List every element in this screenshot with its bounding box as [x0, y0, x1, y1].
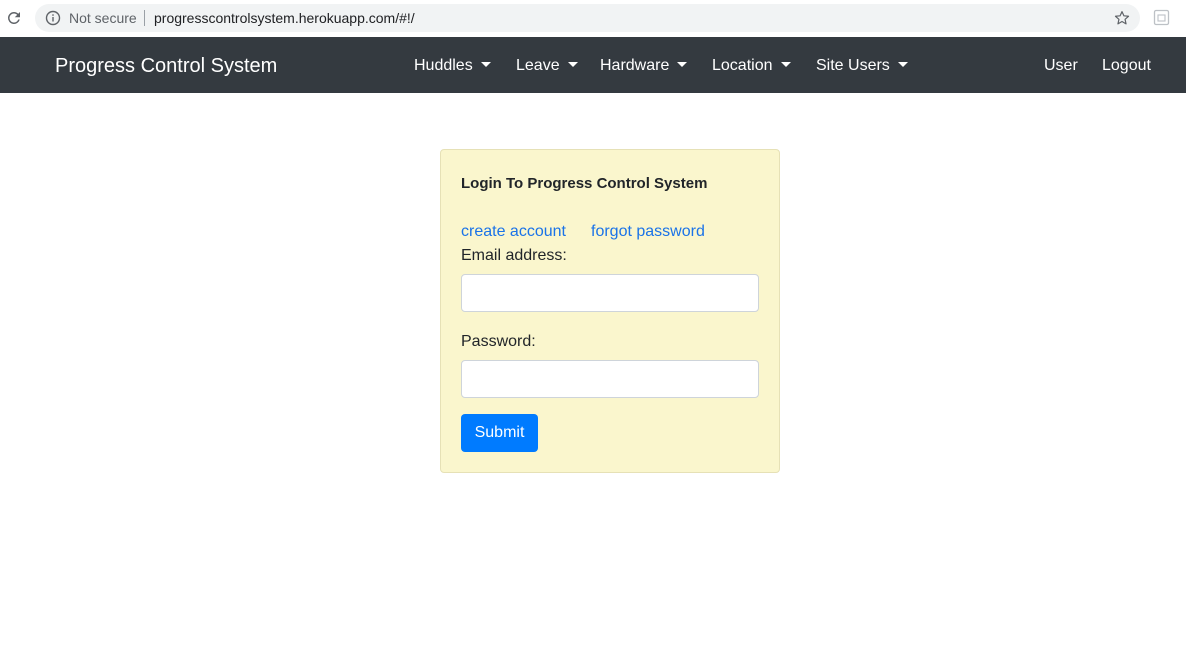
nav-logout-link[interactable]: Logout [1102, 56, 1151, 76]
address-separator [144, 10, 145, 26]
nav-menu-label: Hardware [600, 57, 670, 74]
caret-down-icon [677, 62, 688, 67]
reload-icon[interactable] [5, 9, 23, 27]
extension-icon[interactable] [1153, 9, 1170, 26]
nav-menu-huddles[interactable]: Huddles [414, 56, 491, 76]
nav-user-link[interactable]: User [1044, 56, 1078, 76]
browser-toolbar: Not secure progresscontrolsystem.herokua… [0, 0, 1186, 37]
forgot-password-link[interactable]: forgot password [591, 222, 705, 242]
email-field[interactable] [461, 274, 759, 312]
address-bar[interactable]: Not secure progresscontrolsystem.herokua… [35, 4, 1140, 32]
nav-menu-label: Site Users [816, 57, 890, 74]
password-label: Password: [461, 333, 536, 350]
nav-menu-site-users[interactable]: Site Users [816, 56, 908, 76]
email-label: Email address: [461, 247, 567, 264]
submit-button[interactable]: Submit [461, 414, 538, 452]
caret-down-icon [897, 62, 908, 67]
nav-menu-label: Huddles [414, 57, 473, 74]
nav-menu-label: Leave [516, 57, 560, 74]
navbar-brand[interactable]: Progress Control System [55, 54, 277, 78]
bookmark-star-icon[interactable] [1113, 9, 1131, 27]
create-account-link[interactable]: create account [461, 222, 566, 242]
login-title: Login To Progress Control System [461, 175, 708, 192]
caret-down-icon [567, 62, 578, 67]
caret-down-icon [780, 62, 791, 67]
top-navbar: Progress Control System Huddles Leave Ha… [0, 37, 1186, 93]
nav-menu-location[interactable]: Location [712, 56, 791, 76]
caret-down-icon [480, 62, 491, 67]
security-status: Not secure [69, 10, 137, 26]
password-field[interactable] [461, 360, 759, 398]
url-text[interactable]: progresscontrolsystem.herokuapp.com/#!/ [154, 10, 415, 26]
nav-menu-label: Location [712, 57, 773, 74]
nav-menu-hardware[interactable]: Hardware [600, 56, 688, 76]
nav-menu-leave[interactable]: Leave [516, 56, 578, 76]
info-icon[interactable] [45, 10, 61, 26]
login-card: Login To Progress Control System create … [440, 149, 780, 473]
